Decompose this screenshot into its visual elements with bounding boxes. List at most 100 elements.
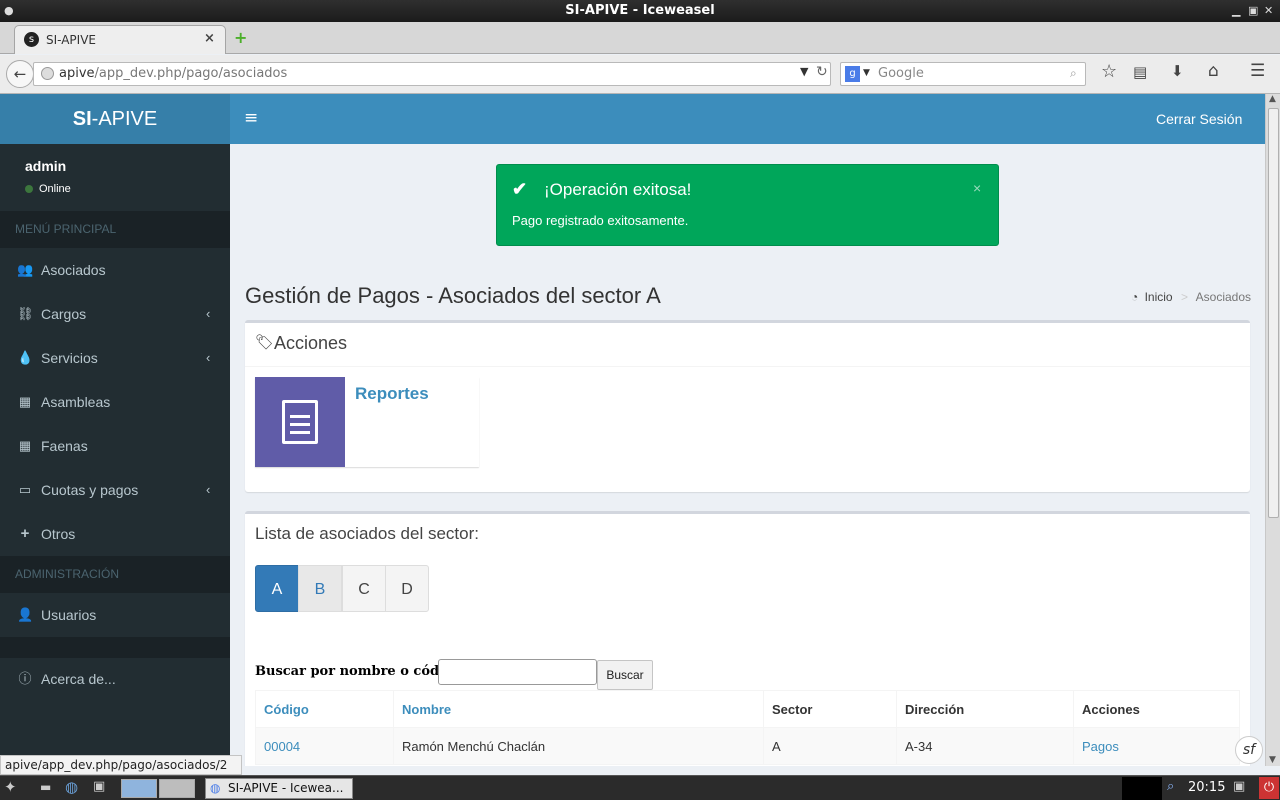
- row-name: Ramón Menchú Chaclán: [393, 727, 764, 765]
- app-logo[interactable]: SI-APIVE: [0, 94, 230, 144]
- sidebar-item-asambleas[interactable]: ▦ Asambleas: [0, 380, 230, 424]
- power-icon[interactable]: ⏻: [1259, 777, 1279, 799]
- search-input[interactable]: [438, 659, 597, 685]
- symfony-toolbar-icon[interactable]: sf: [1235, 736, 1263, 764]
- document-icon: [255, 377, 345, 467]
- tab-title: SI-APIVE: [46, 33, 96, 47]
- breadcrumb-current: Asociados: [1195, 290, 1252, 304]
- column-header-codigo[interactable]: Código: [255, 690, 394, 728]
- sidebar-item-otros[interactable]: + Otros: [0, 512, 230, 556]
- alert-title: ¡Operación exitosa!: [544, 180, 692, 199]
- lock-screen-icon[interactable]: ▣: [1233, 779, 1245, 794]
- scrollbar-thumb[interactable]: [1268, 108, 1279, 518]
- column-header-nombre[interactable]: Nombre: [393, 690, 764, 728]
- sidebar-item-label: Cuotas y pagos: [41, 482, 139, 498]
- search-bar[interactable]: g ▼ Google ⌕: [840, 62, 1086, 86]
- sidebar-item-cargos[interactable]: ⛓ Cargos ‹: [0, 292, 230, 336]
- info-icon: ⓘ: [18, 671, 32, 686]
- close-tab-icon[interactable]: ×: [204, 31, 215, 46]
- sidebar-item-label: Cargos: [41, 306, 87, 322]
- workspace-2[interactable]: [159, 779, 195, 798]
- google-icon[interactable]: g: [845, 66, 860, 82]
- taskbar-window-label: SI-APIVE - Icewea...: [228, 781, 344, 795]
- cpu-monitor-graph: [1122, 777, 1162, 800]
- url-host: apive: [59, 66, 95, 81]
- sidebar-item-label: Otros: [41, 526, 76, 542]
- network-icon[interactable]: ⌕: [1167, 779, 1174, 794]
- menu-header-main: MENÚ PRINCIPAL: [0, 211, 230, 248]
- table-row: 00004 Ramón Menchú Chaclán A A-34 Pagos: [255, 727, 1240, 765]
- close-window-icon[interactable]: ✕: [1264, 0, 1273, 22]
- symfony-favicon-icon: s: [24, 32, 39, 47]
- url-dropdown-icon[interactable]: ▼: [800, 65, 808, 78]
- window-title: SI-APIVE - Iceweasel: [565, 3, 715, 18]
- browser-launcher-icon[interactable]: ◍: [65, 778, 78, 796]
- tag-icon: 🏷: [255, 333, 275, 351]
- page-scrollbar[interactable]: ▲ ▼: [1265, 94, 1280, 766]
- sidebar-item-label: Faenas: [41, 438, 88, 454]
- logout-link[interactable]: Cerrar Sesión: [1156, 111, 1242, 127]
- bookmark-star-icon[interactable]: ☆: [1101, 61, 1117, 82]
- logo-text: -APIVE: [91, 108, 158, 130]
- sidebar-item-usuarios[interactable]: 👤 Usuarios: [0, 593, 230, 637]
- new-tab-icon[interactable]: +: [234, 28, 247, 47]
- row-payments-link[interactable]: Pagos: [1073, 727, 1240, 765]
- scroll-up-icon[interactable]: ▲: [1269, 94, 1276, 104]
- file-manager-icon[interactable]: ▣: [93, 779, 105, 794]
- sidebar-item-servicios[interactable]: 💧 Servicios ‹: [0, 336, 230, 380]
- sidebar-toggle-icon[interactable]: ≡: [244, 108, 258, 128]
- show-desktop-icon[interactable]: ▬: [40, 780, 51, 794]
- search-go-icon[interactable]: ⌕: [1070, 66, 1077, 81]
- sector-button-b[interactable]: B: [298, 565, 342, 612]
- reports-tile[interactable]: Reportes: [255, 377, 479, 467]
- workspace-1[interactable]: [121, 779, 157, 798]
- taskbar: ✦ ▬ ◍ ▣ ◍ SI-APIVE - Icewea... ⌕ 20:15 ▣…: [0, 775, 1280, 800]
- row-code-link[interactable]: 00004: [255, 727, 394, 765]
- app-menu-icon[interactable]: ●: [4, 0, 14, 22]
- scroll-down-icon[interactable]: ▼: [1269, 755, 1276, 765]
- search-engine-dropdown-icon[interactable]: ▼: [863, 68, 870, 78]
- reports-link[interactable]: Reportes: [355, 384, 429, 404]
- minimize-icon[interactable]: ▁: [1232, 0, 1240, 22]
- taskbar-window-button[interactable]: ◍ SI-APIVE - Icewea...: [205, 778, 353, 799]
- sidebar-item-faenas[interactable]: ▦ Faenas: [0, 424, 230, 468]
- maximize-icon[interactable]: ▣: [1248, 0, 1258, 22]
- url-bar[interactable]: apive/app_dev.php/pago/asociados ▼ ↻: [33, 62, 831, 86]
- breadcrumb-home[interactable]: Inicio: [1145, 290, 1173, 304]
- top-navbar: ≡ Cerrar Sesión: [230, 94, 1265, 144]
- sector-button-a[interactable]: A: [255, 565, 299, 612]
- sidebar-item-about[interactable]: ⓘ Acerca de...: [0, 657, 230, 701]
- chevron-left-icon: ‹: [206, 306, 211, 321]
- sidebar-item-asociados[interactable]: 👥 Asociados: [0, 248, 230, 292]
- downloads-icon[interactable]: ⬇: [1171, 62, 1184, 80]
- back-button[interactable]: ←: [6, 60, 34, 88]
- search-button[interactable]: Buscar: [597, 660, 653, 690]
- row-address: A-34: [896, 727, 1074, 765]
- reading-list-icon[interactable]: ▤: [1133, 63, 1147, 81]
- menu-header-admin: ADMINISTRACIÓN: [0, 556, 230, 593]
- start-menu-icon[interactable]: ✦: [4, 778, 17, 796]
- table-header-row: Código Nombre Sector Dirección Acciones: [255, 690, 1240, 728]
- associates-table: Código Nombre Sector Dirección Acciones …: [255, 690, 1240, 765]
- sitemap-icon: ⛓: [17, 306, 34, 321]
- main-content: ✔ ¡Operación exitosa! × Pago registrado …: [230, 144, 1265, 766]
- sidebar-item-cuotas-y-pagos[interactable]: ▭ Cuotas y pagos ‹: [0, 468, 230, 512]
- home-icon[interactable]: ⌂: [1208, 61, 1219, 81]
- page-title: Gestión de Pagos - Asociados del sector …: [245, 283, 661, 308]
- actions-box-header: 🏷 Acciones: [245, 323, 1250, 367]
- logo-bold-text: SI: [72, 108, 92, 130]
- calendar-icon: ▦: [18, 394, 32, 409]
- sector-button-group: A B C D: [255, 565, 431, 613]
- browser-menu-icon[interactable]: ☰: [1250, 61, 1265, 81]
- sidebar-item-label: Acerca de...: [41, 671, 116, 687]
- associates-box: Lista de asociados del sector: A B C D B…: [245, 511, 1250, 766]
- browser-tab[interactable]: s SI-APIVE ×: [14, 25, 226, 54]
- reload-icon[interactable]: ↻: [816, 64, 828, 80]
- users-icon: 👥: [17, 262, 34, 277]
- sector-button-c[interactable]: C: [342, 565, 386, 612]
- sidebar: SI-APIVE admin Online MENÚ PRINCIPAL 👥 As…: [0, 94, 230, 760]
- alert-close-icon[interactable]: ×: [973, 180, 981, 196]
- user-name: admin: [25, 158, 67, 174]
- sector-button-d[interactable]: D: [385, 565, 429, 612]
- breadcrumb: ◔ Inicio > Asociados: [1131, 290, 1251, 304]
